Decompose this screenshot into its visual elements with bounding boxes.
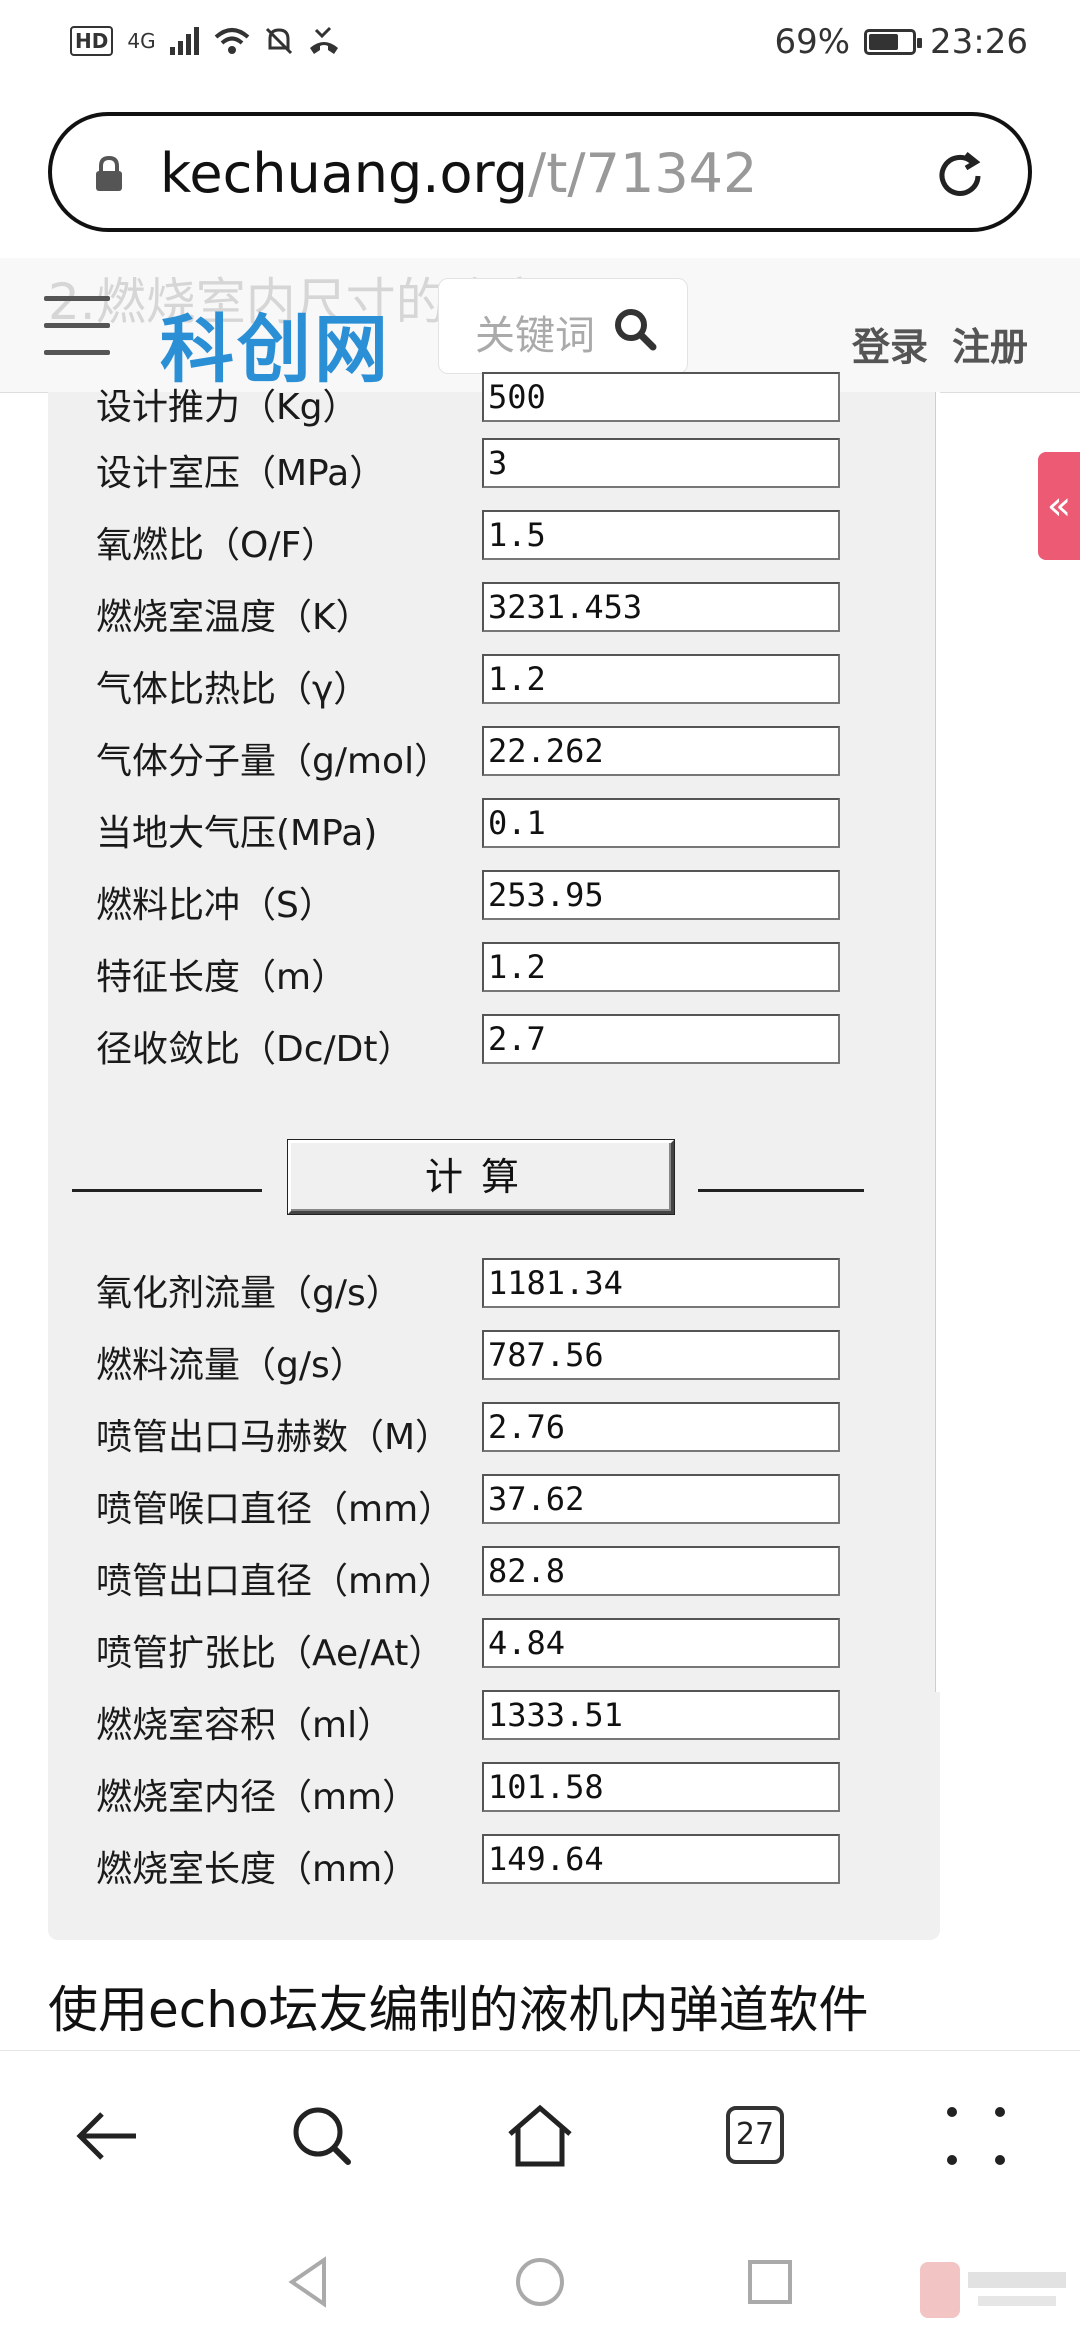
calculator-screenshot: 设计推力（Kg） 500 设计室压（MPa） 3 氧燃比（O/F） 1.5 燃烧室温… [48,372,940,1940]
battery-percent: 69% [774,22,851,62]
site-watermark-logo [920,2262,1066,2318]
field-value: 2.7 [482,1014,840,1064]
field-value: 22.262 [482,726,840,776]
signal-icon [169,27,199,55]
field-value: 3231.453 [482,582,840,632]
network-type: 4G [127,29,156,53]
field-value: 787.56 [482,1330,840,1380]
status-right: 69% 23:26 [774,22,1028,62]
field-label: 燃料流量（g/s） [96,1345,366,1386]
field-value: 37.62 [482,1474,840,1524]
hd-indicator: HD [70,26,114,56]
url-domain: kechuang.org [160,142,529,205]
nav-recents-icon[interactable] [742,2254,798,2310]
home-icon[interactable] [504,2100,576,2172]
field-value: 82.8 [482,1546,840,1596]
more-menu-icon[interactable] [940,2100,1012,2172]
field-value: 101.58 [482,1762,840,1812]
register-link[interactable]: 注册 [952,316,1028,371]
search-placeholder: 关键词 [475,313,595,359]
field-label: 喷管扩张比（Ae/At） [96,1633,445,1674]
nav-home-icon[interactable] [512,2254,568,2310]
panel-scrollbar [935,392,940,1692]
calculate-button: 计算 [288,1140,674,1214]
field-value: 253.95 [482,870,840,920]
field-label: 喷管出口直径（mm） [96,1561,455,1602]
field-label: 喷管喉口直径（mm） [96,1489,455,1530]
field-label: 氧燃比（O/F） [96,525,338,566]
clock: 23:26 [930,22,1028,62]
search-box[interactable]: 关键词 [438,278,688,374]
field-value: 4.84 [482,1618,840,1668]
field-value: 149.64 [482,1834,840,1884]
field-label: 燃烧室长度（mm） [96,1849,419,1890]
divider-right [698,1189,864,1192]
field-label: 燃料比冲（S） [96,885,335,926]
field-label: 径收敛比（Dc/Dt） [96,1029,414,1070]
nav-back-icon[interactable] [282,2254,338,2310]
wifi-icon [214,28,249,54]
lock-icon [96,156,122,191]
field-label: 特征长度（m） [96,957,348,998]
image-caption: 使用echo坛友编制的液机内弹道软件 [48,1981,869,2039]
battery-icon [864,29,923,55]
field-value: 3 [482,438,840,488]
url-text[interactable]: kechuang.org/t/71342 [160,142,757,205]
field-value: 2.76 [482,1402,840,1452]
field-value: 1181.34 [482,1258,840,1308]
field-value: 500 [482,372,840,422]
mute-bell-icon [265,27,292,55]
menu-icon[interactable] [44,296,110,355]
field-value: 1.2 [482,942,840,992]
field-label: 燃烧室容积（ml） [96,1705,394,1746]
field-label: 喷管出口马赫数（M） [96,1417,452,1458]
login-link[interactable]: 登录 [852,316,928,371]
field-label: 燃烧室内径（mm） [96,1777,419,1818]
url-path: /t/71342 [528,142,758,205]
divider-left [72,1189,262,1192]
field-value: 1.2 [482,654,840,704]
back-arrow-icon[interactable] [72,2100,144,2172]
field-value: 1333.51 [482,1690,840,1740]
search-icon[interactable] [613,307,657,351]
status-left: HD 4G [70,26,340,56]
field-label: 气体比热比（γ） [96,669,370,710]
missed-call-icon [309,26,338,54]
reload-icon[interactable] [932,148,988,204]
status-bar: HD 4G 69% 23:26 [0,0,1080,90]
tabs-count-button[interactable]: 27 [726,2106,784,2164]
search-icon[interactable] [286,2100,358,2172]
field-label: 燃烧室温度（K） [96,597,372,638]
side-panel-toggle[interactable]: « [1038,452,1080,560]
address-bar[interactable]: kechuang.org/t/71342 [48,112,1032,232]
field-label: 氧化剂流量（g/s） [96,1273,402,1314]
field-value: 1.5 [482,510,840,560]
field-label: 当地大气压(MPa) [96,813,378,854]
field-value: 0.1 [482,798,840,848]
field-label: 设计室压（MPa） [96,453,386,494]
field-label: 气体分子量（g/mol） [96,741,451,782]
field-label: 设计推力（Kg） [96,387,359,428]
